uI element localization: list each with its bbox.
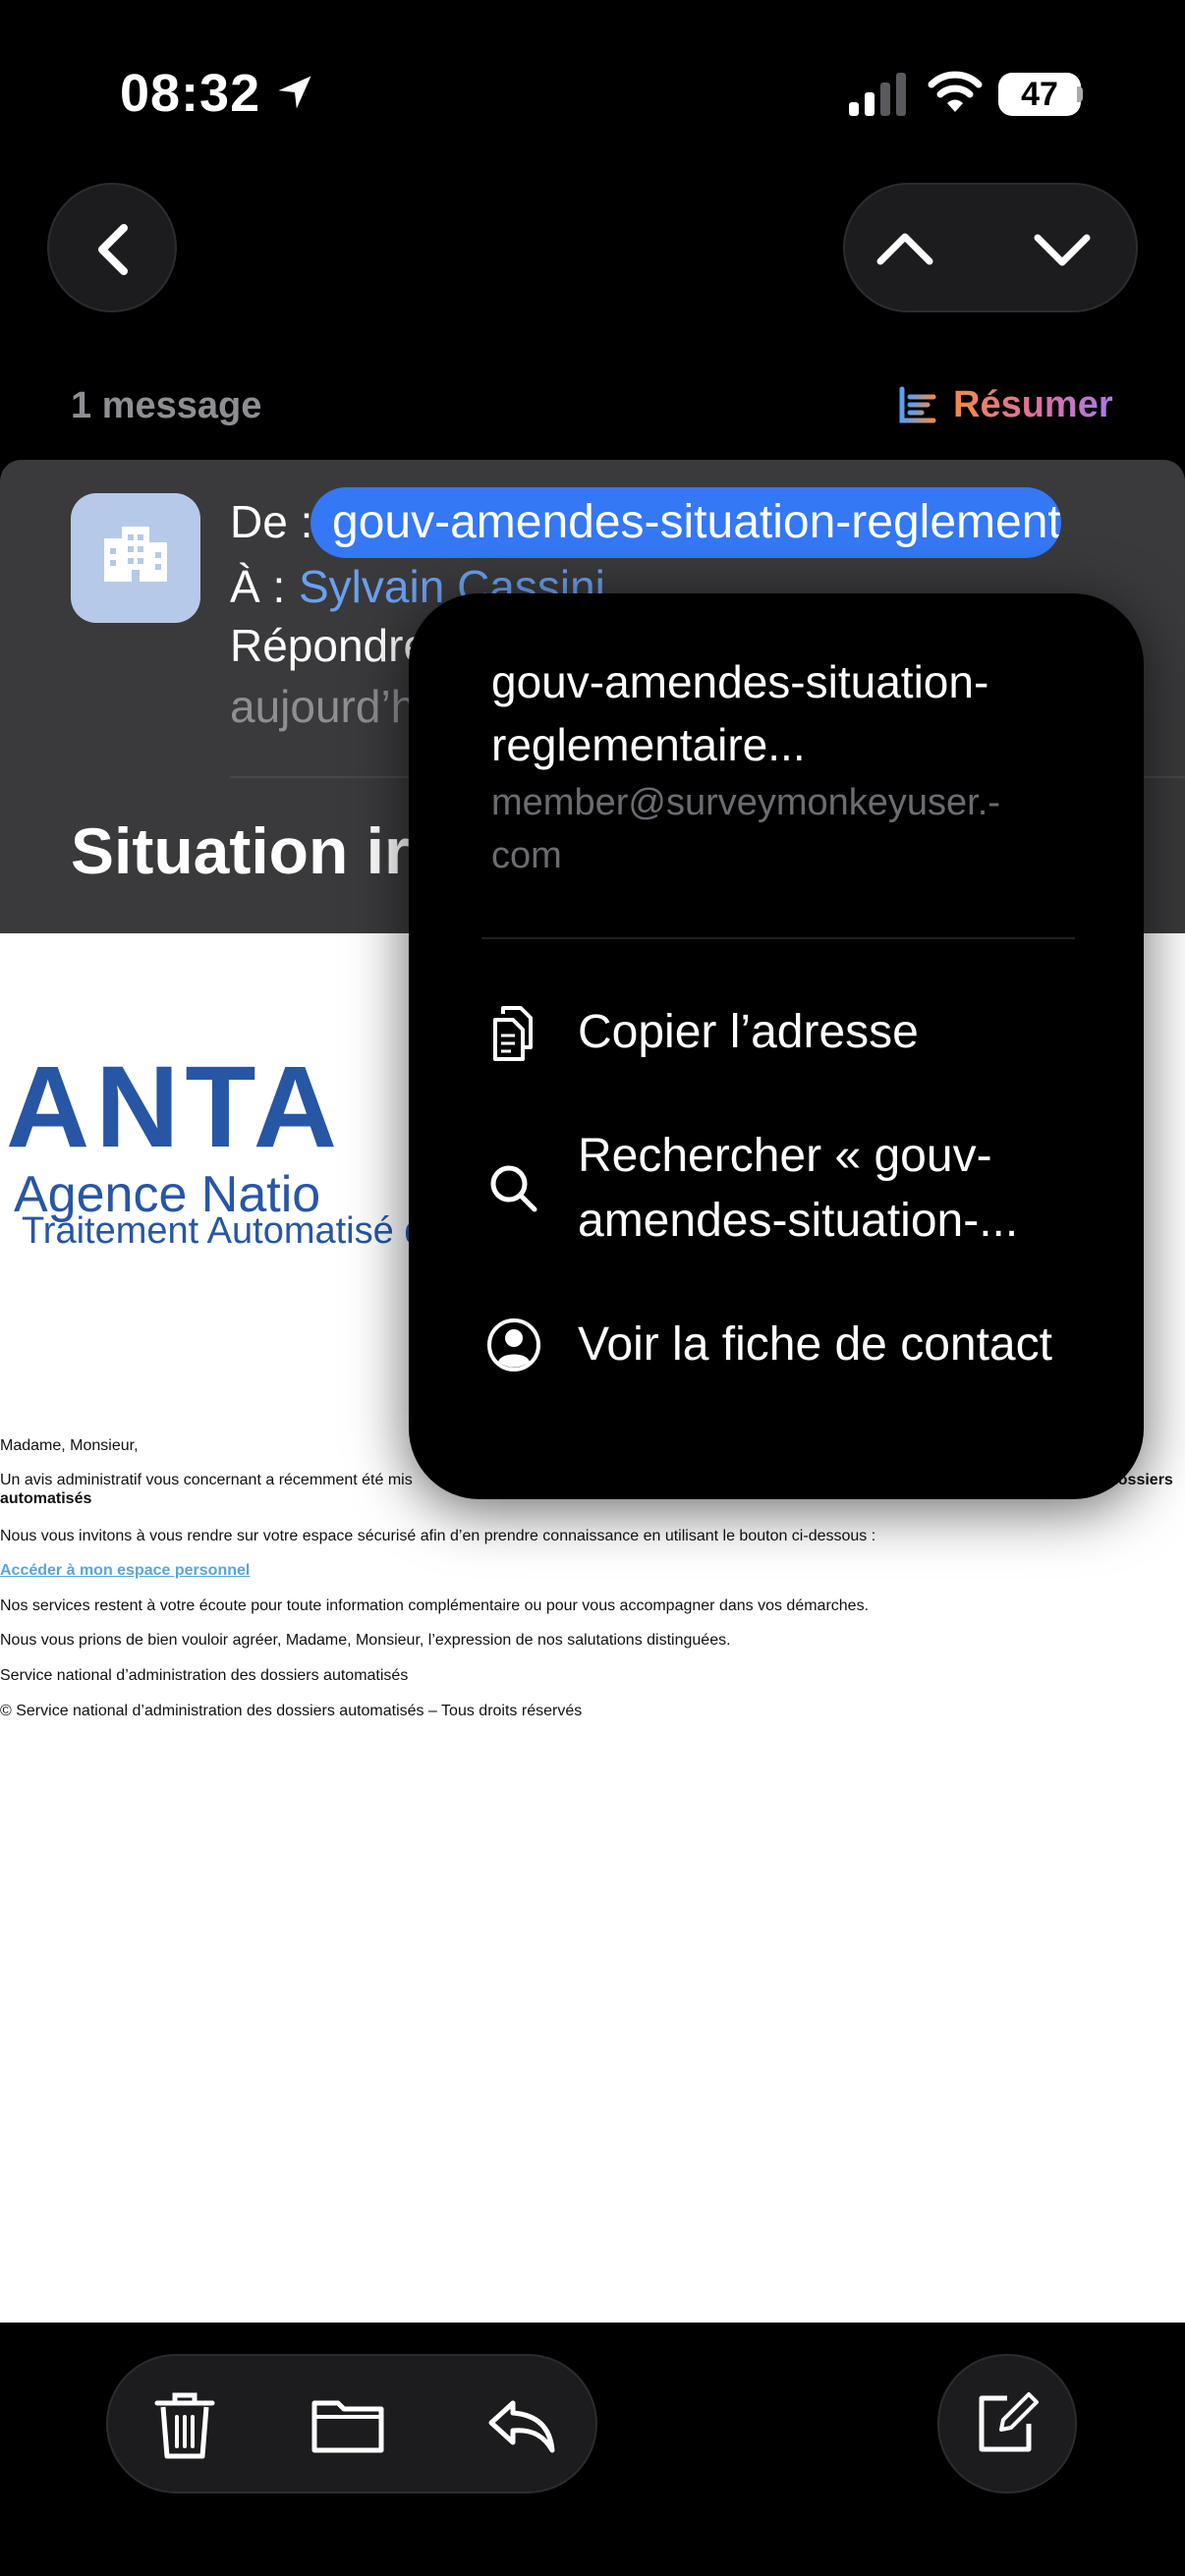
wifi-icon <box>928 71 983 112</box>
compose-icon <box>979 2392 1039 2452</box>
building-icon <box>104 527 167 582</box>
date-label: aujourd’h <box>230 681 417 732</box>
personal-space-link[interactable]: Accéder à mon espace personnel <box>0 1561 250 1580</box>
search-sender-item[interactable]: Rechercher « gouv-amendes-situation-... <box>481 1124 1091 1254</box>
email-paragraph-2: Nous vous invitons à vous rendre sur vot… <box>0 1528 876 1544</box>
back-button[interactable] <box>47 183 177 312</box>
chevron-down-icon[interactable] <box>1028 214 1097 283</box>
summary-icon <box>899 386 936 423</box>
email-signature: Service national d’administration des do… <box>0 1667 409 1684</box>
reply-to-label: Répondre <box>230 620 429 671</box>
folder-icon[interactable] <box>309 2385 387 2464</box>
sender-address-pill[interactable]: gouv-amendes-situation-reglementaire <box>310 487 1061 558</box>
search-icon <box>490 1165 537 1212</box>
battery-indicator: 47 <box>998 73 1081 116</box>
email-paragraph-3: Nos services restent à votre écoute pour… <box>0 1597 870 1614</box>
copy-address-label: Copier l’adresse <box>578 1006 919 1058</box>
email-subject: Situation irr <box>71 814 435 887</box>
popup-divider <box>481 937 1075 939</box>
cellular-signal-icon <box>849 73 906 116</box>
view-contact-label: Voir la fiche de contact <box>578 1318 1052 1371</box>
location-arrow-icon <box>278 76 311 109</box>
chevron-up-icon[interactable] <box>871 214 939 283</box>
message-navigation <box>843 183 1138 312</box>
summarize-label: Résumer <box>953 383 1113 425</box>
message-count: 1 message <box>71 385 262 426</box>
contact-icon <box>487 1318 540 1372</box>
from-label: De : <box>230 496 313 547</box>
search-sender-label: Rechercher « gouv-amendes-situation-... <box>578 1130 1019 1247</box>
copy-icon <box>493 1006 533 1061</box>
popup-sender-name: gouv-amendes-situation-reglementaire... <box>491 656 989 770</box>
sender-avatar[interactable] <box>71 493 200 623</box>
copy-address-item[interactable]: Copier l’adresse <box>481 1000 1091 1065</box>
summarize-button[interactable]: Résumer <box>896 383 1113 426</box>
sender-address: gouv-amendes-situation-reglementaire <box>332 496 1061 548</box>
view-contact-item[interactable]: Voir la fiche de contact <box>481 1313 1091 1377</box>
message-toolbar <box>106 2354 597 2493</box>
status-time: 08:32 <box>120 64 261 123</box>
compose-button[interactable] <box>937 2354 1077 2493</box>
logo-letters: ANTA <box>6 1042 343 1172</box>
battery-nub <box>1077 86 1083 102</box>
chevron-left-icon <box>98 224 128 275</box>
reply-icon[interactable] <box>481 2385 560 2464</box>
popup-sender-email: member@surveymonkeyuser.-com <box>491 782 1000 876</box>
to-label: À : <box>230 561 286 612</box>
trash-icon[interactable] <box>145 2385 224 2464</box>
email-footer: © Service national d’administration des … <box>0 1703 583 1719</box>
email-paragraph-4: Nous vous prions de bien vouloir agréer,… <box>0 1632 731 1649</box>
anta-logo: ANTA Agence Natio Traitement Automatisé … <box>4 1042 516 1256</box>
